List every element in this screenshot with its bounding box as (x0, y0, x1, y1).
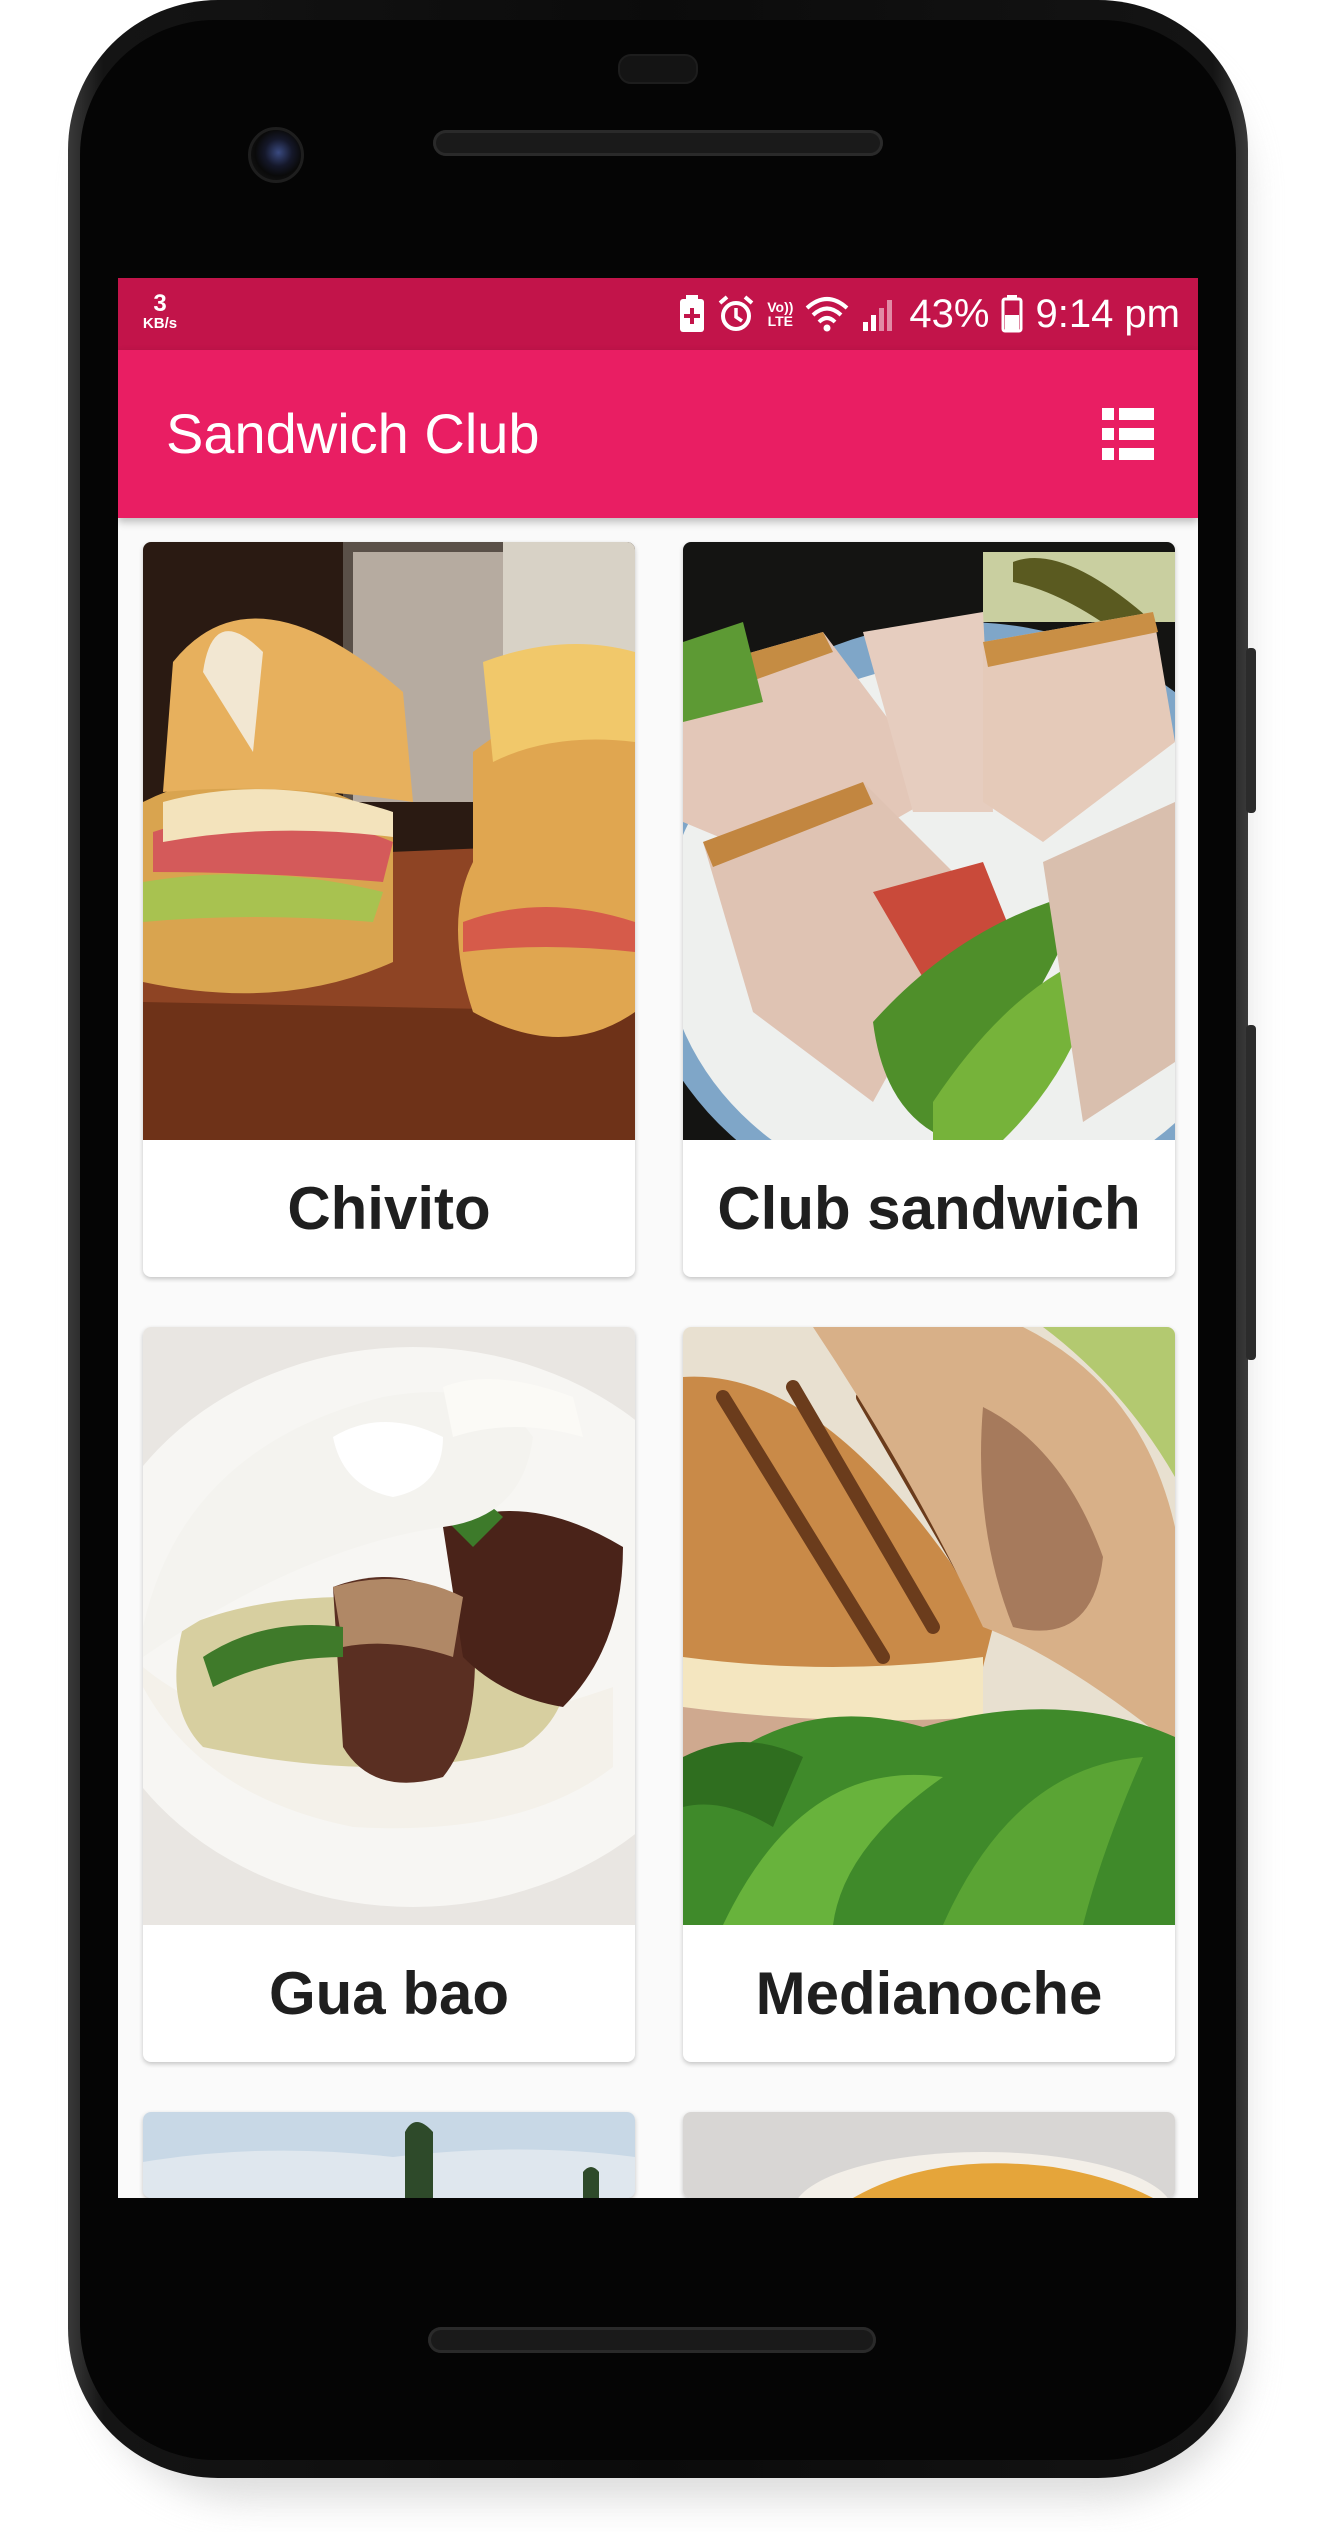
lte-label: LTE (767, 313, 794, 329)
front-camera (248, 127, 304, 183)
sandwich-card-medianoche[interactable]: Medianoche (683, 1327, 1175, 2062)
app-title: Sandwich Club (166, 402, 540, 465)
network-speed-unit: KB/s (142, 315, 178, 332)
sandwich-card-gua-bao[interactable]: Gua bao (143, 1327, 635, 2062)
volume-button (1246, 1025, 1256, 1360)
sandwich-image (683, 1327, 1175, 1925)
volte-label: Vo)) (767, 299, 794, 315)
bottom-speaker (428, 2327, 876, 2353)
signal-icon (861, 296, 897, 332)
power-button (1246, 648, 1256, 813)
network-speed: 3 KB/s (130, 290, 190, 332)
sandwich-image (683, 2112, 1175, 2198)
clock: 9:14 pm (1035, 291, 1180, 336)
sandwich-card-partial-2[interactable] (683, 2112, 1175, 2198)
battery-saver-icon (679, 295, 705, 333)
sandwich-card-partial-1[interactable] (143, 2112, 635, 2198)
status-bar: 3 KB/s Vo)) LTE 43% 9:14 pm (118, 278, 1198, 350)
sandwich-card-club-sandwich[interactable]: Club sandwich (683, 542, 1175, 1277)
status-icons: Vo)) LTE 43% 9:14 pm (679, 278, 1180, 350)
sandwich-name: Gua bao (268, 1960, 510, 2027)
battery-percent: 43% (909, 291, 990, 336)
view-list-icon[interactable] (1102, 408, 1154, 460)
sandwich-name: Medianoche (755, 1960, 1103, 2027)
screen: 3 KB/s Vo)) LTE 43% 9:14 pm Sandwich Clu… (118, 278, 1198, 2198)
sandwich-name: Club sandwich (717, 1175, 1141, 1242)
sandwich-image (143, 2112, 635, 2198)
volte-icon: Vo)) LTE (767, 300, 793, 328)
alarm-icon (717, 295, 755, 333)
battery-icon (1001, 295, 1023, 333)
earpiece-sensor (618, 54, 698, 84)
app-bar: Sandwich Club (118, 350, 1198, 518)
sandwich-image (143, 542, 635, 1140)
network-speed-value: 3 (153, 290, 167, 317)
sandwich-name: Chivito (287, 1175, 491, 1242)
sandwich-image (143, 1327, 635, 1925)
wifi-icon (805, 296, 849, 332)
sandwich-image (683, 542, 1175, 1140)
sandwich-card-chivito[interactable]: Chivito (143, 542, 635, 1277)
top-speaker (433, 130, 883, 156)
